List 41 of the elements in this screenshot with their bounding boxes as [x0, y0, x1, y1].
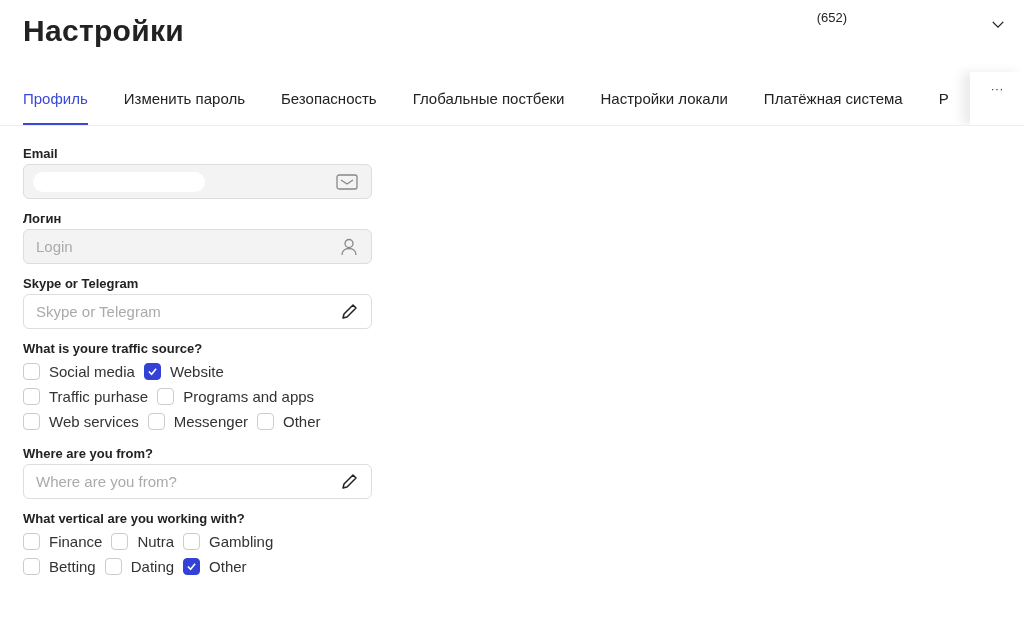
checkbox[interactable]: [183, 558, 201, 575]
option-label[interactable]: Website: [169, 363, 224, 380]
check-icon: [186, 562, 198, 571]
option-label[interactable]: Web services: [49, 413, 139, 430]
option-label[interactable]: Nutra: [137, 533, 175, 550]
option-label[interactable]: Messenger: [173, 413, 248, 430]
option-label[interactable]: Gambling: [209, 533, 274, 550]
option-label[interactable]: Traffic purhase: [49, 388, 149, 405]
field-label: Where are you from?: [23, 446, 155, 461]
more-button[interactable]: ···: [970, 72, 1024, 125]
mail-icon: [336, 173, 358, 190]
field-label: Логин: [23, 211, 63, 226]
tab[interactable]: Профиль: [23, 62, 88, 125]
field-label: Skype or Telegram: [23, 276, 140, 291]
option-label[interactable]: Programs and apps: [183, 388, 315, 405]
input-field[interactable]: Where are you from?: [23, 464, 372, 499]
tab[interactable]: Настройки локали: [600, 62, 728, 125]
tab[interactable]: Р: [938, 62, 949, 125]
option-label[interactable]: Other: [282, 413, 321, 430]
pencil-icon: [340, 472, 358, 491]
tab[interactable]: Безопасность: [281, 62, 377, 125]
option-label[interactable]: Finance: [49, 533, 103, 550]
expand-button[interactable]: [991, 20, 1005, 29]
option-label[interactable]: Dating: [130, 558, 175, 575]
page-title: Настройки: [23, 14, 184, 48]
field-label: What vertical are you working with?: [23, 511, 246, 526]
field-label: Email: [23, 146, 59, 161]
option-label[interactable]: Betting: [49, 558, 96, 575]
option-label[interactable]: Other: [209, 558, 247, 575]
input-field[interactable]: Skype or Telegram: [23, 294, 372, 329]
check-icon: [146, 367, 158, 376]
count-label: (652): [816, 10, 847, 25]
chevron-icon: [991, 20, 1005, 29]
tab[interactable]: Глобальные постбеки: [412, 62, 565, 125]
tab[interactable]: Изменить пароль: [123, 62, 245, 125]
pencil-icon: [340, 302, 358, 321]
field-label: What is youre traffic source?: [23, 341, 204, 356]
tab[interactable]: Платёжная система: [763, 62, 903, 125]
option-label[interactable]: Social media: [49, 363, 135, 380]
checkbox[interactable]: [143, 363, 161, 380]
user-icon: [340, 237, 358, 256]
